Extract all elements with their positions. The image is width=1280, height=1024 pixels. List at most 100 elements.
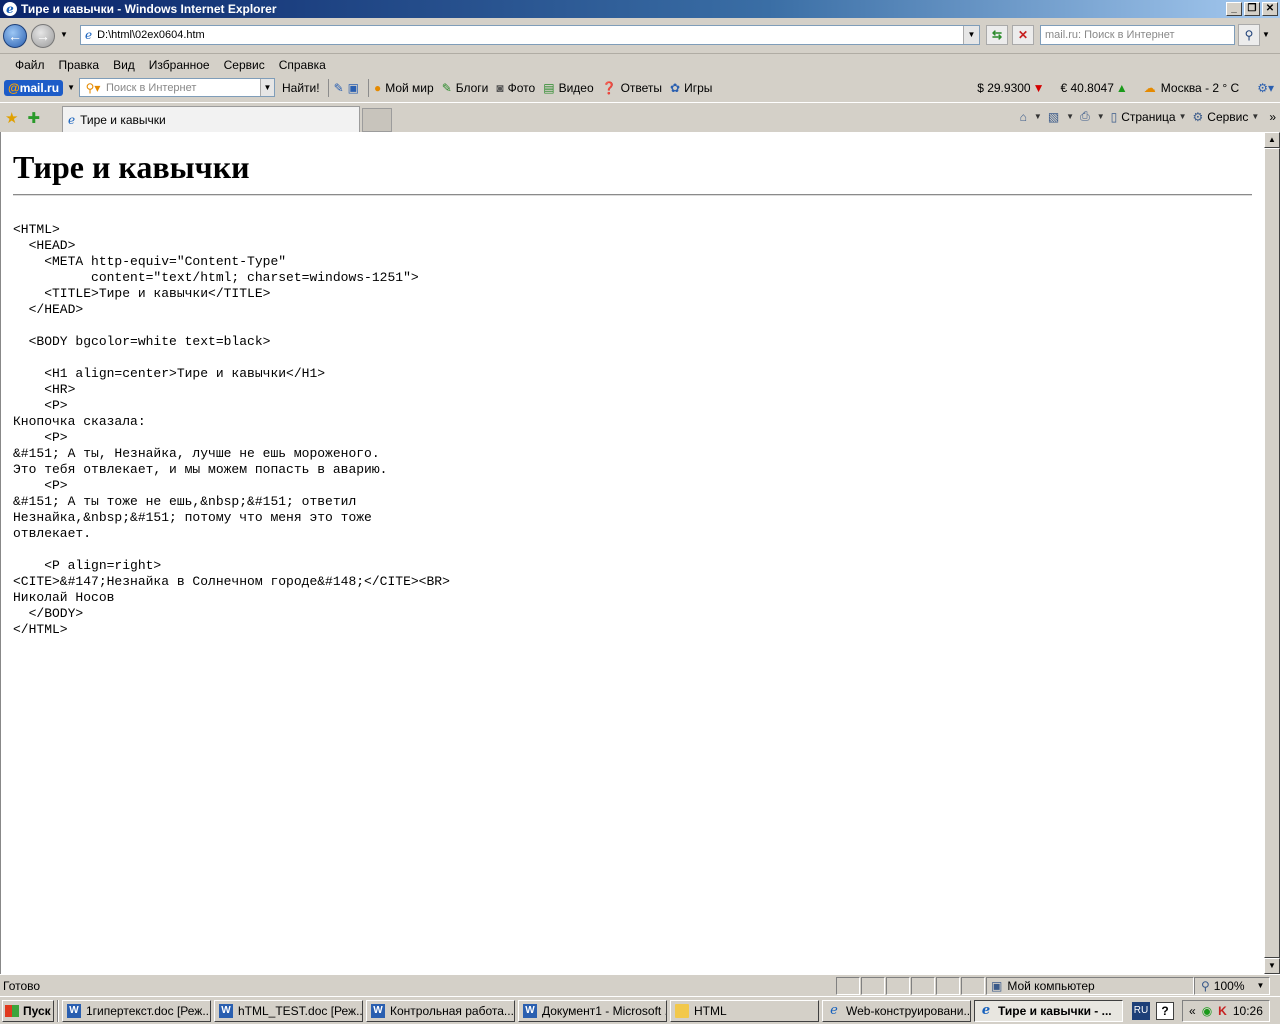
home-dropdown-icon[interactable]: ▼	[1034, 112, 1042, 121]
weather-widget[interactable]: ☁ Москва - 2 ° C	[1144, 81, 1239, 95]
taskbar-item[interactable]: e Web-конструировани...	[822, 999, 971, 1022]
help-icon[interactable]: ?	[1156, 1001, 1174, 1020]
print-dropdown-icon[interactable]: ▼	[1097, 112, 1105, 121]
mailru-link-label: Игры	[684, 80, 713, 95]
stop-button[interactable]: ✕	[1012, 25, 1034, 45]
mailru-link-my-world[interactable]: ● Мой мир	[374, 81, 434, 95]
antivirus-icon[interactable]: K	[1218, 1004, 1227, 1018]
search-options-dropdown-icon[interactable]: ▼	[1262, 30, 1270, 39]
page-dropdown-icon: ▼	[1178, 112, 1187, 121]
network-icon[interactable]: ◉	[1202, 1004, 1212, 1018]
menu-favorites[interactable]: Избранное	[142, 58, 217, 72]
mailru-find-button[interactable]: Найти!	[279, 81, 323, 95]
mailru-link-answers[interactable]: ❓ Ответы	[602, 81, 662, 95]
favorites-star-icon[interactable]: ★	[5, 109, 18, 127]
taskbar-item-label: HTML	[694, 1003, 727, 1018]
page-menu-button[interactable]: ▯ Страница ▼	[1111, 110, 1187, 124]
word-icon: W	[523, 1003, 537, 1018]
status-text: Готово	[3, 978, 41, 993]
refresh-button[interactable]: ⇆	[986, 25, 1008, 45]
rate-up-icon: ▲	[1115, 80, 1128, 95]
mailru-logo[interactable]: @mail.ru	[4, 79, 64, 96]
address-dropdown-icon[interactable]: ▼	[963, 26, 979, 44]
page-menu-label: Страница	[1121, 109, 1176, 124]
tools-menu-button[interactable]: ⚙ Сервис ▼	[1193, 110, 1260, 124]
pencil-icon[interactable]: ✎	[334, 81, 344, 95]
chevron-more-icon[interactable]: »	[1269, 110, 1276, 124]
status-cell	[861, 976, 885, 995]
mailru-search-input[interactable]: Поиск в Интернет	[106, 82, 260, 94]
blogs-icon: ✎	[441, 80, 452, 95]
page-icon: ▯	[1110, 109, 1118, 124]
search-icon[interactable]: ⚲	[1238, 24, 1260, 46]
start-label: Пуск	[23, 1003, 51, 1018]
menu-tools[interactable]: Сервис	[217, 58, 272, 72]
start-button[interactable]: Пуск	[2, 999, 54, 1022]
address-field[interactable]: e D:\html\02ex0604.htm ▼	[80, 25, 980, 45]
new-tab-button[interactable]	[362, 108, 392, 132]
feeds-dropdown-icon[interactable]: ▼	[1066, 112, 1074, 121]
toolbar-options-icon[interactable]: ⚙▾	[1257, 81, 1274, 95]
answers-icon: ❓	[601, 80, 617, 95]
taskbar-item[interactable]: W Документ1 - Microsoft ...	[518, 999, 667, 1022]
taskbar-item[interactable]: W Контрольная работа...	[366, 999, 515, 1022]
camera-icon: ◙	[496, 80, 504, 95]
mailru-link-blogs[interactable]: ✎ Блоги	[442, 81, 489, 95]
address-toolbar: ← → ▼ e D:\html\02ex0604.htm ▼ ⇆ ✕ mail.…	[0, 18, 1280, 54]
menu-help[interactable]: Справка	[272, 58, 333, 72]
home-button[interactable]: ⌂ ▼	[1020, 110, 1042, 124]
mailru-logo-text: mail.ru	[19, 80, 60, 95]
page-icon: e	[85, 28, 93, 42]
scroll-up-button[interactable]: ▲	[1264, 132, 1280, 148]
scroll-thumb[interactable]	[1264, 148, 1280, 958]
mailru-menu-dropdown-icon[interactable]: ▼	[67, 83, 75, 92]
horizontal-rule	[13, 194, 1252, 196]
mailru-search-dropdown-icon[interactable]: ▼	[259, 79, 274, 96]
zoom-control[interactable]: ⚲ 100% ▼	[1194, 976, 1270, 995]
forward-button[interactable]: →	[31, 24, 55, 48]
tab-active[interactable]: e Тире и кавычки	[62, 106, 360, 132]
printer-icon: ⎙	[1080, 109, 1090, 123]
add-favorites-icon[interactable]: ✚	[27, 109, 40, 127]
clock[interactable]: 10:26	[1233, 1004, 1263, 1018]
language-indicator[interactable]: RU	[1132, 1001, 1150, 1020]
taskbar-item-label: Web-конструировани...	[846, 1003, 971, 1018]
status-cell	[836, 976, 860, 995]
vertical-scrollbar[interactable]: ▲ ▼	[1264, 132, 1280, 974]
usd-rate[interactable]: $ 29.9300 ▼	[977, 81, 1044, 95]
taskbar-item-active[interactable]: e Тире и кавычки - ...	[974, 999, 1123, 1022]
eur-rate[interactable]: € 40.8047 ▲	[1060, 81, 1127, 95]
feeds-button[interactable]: ▧ ▼	[1048, 110, 1074, 124]
window-title-bar[interactable]: e Тире и кавычки - Windows Internet Expl…	[0, 0, 1280, 18]
window-title: Тире и кавычки - Windows Internet Explor…	[21, 2, 277, 16]
eur-rate-value: € 40.8047	[1060, 80, 1114, 95]
menu-view[interactable]: Вид	[106, 58, 142, 72]
taskbar-item[interactable]: HTML	[670, 999, 819, 1022]
close-button[interactable]: ✕	[1262, 2, 1278, 16]
scroll-down-button[interactable]: ▼	[1264, 958, 1280, 974]
menu-edit[interactable]: Правка	[52, 58, 107, 72]
maximize-button[interactable]: ❐	[1244, 2, 1260, 16]
security-zone[interactable]: ▣ Мой компьютер	[986, 976, 1194, 995]
mailru-link-label: Блоги	[455, 80, 489, 95]
taskbar-item[interactable]: WhTML_TEST.doc [Реж...	[214, 999, 363, 1022]
history-dropdown-icon[interactable]: ▼	[60, 30, 68, 39]
mailru-logo-at: @	[8, 80, 20, 95]
mailru-link-photo[interactable]: ◙ Фото	[496, 81, 535, 95]
mailru-link-games[interactable]: ✿ Игры	[670, 81, 712, 95]
print-button[interactable]: ⎙ ▼	[1080, 109, 1105, 124]
search-input[interactable]: mail.ru: Поиск в Интернет	[1040, 25, 1235, 45]
toolbar-separator	[367, 78, 369, 97]
mailru-link-video[interactable]: ▤ Видео	[543, 81, 593, 95]
back-button[interactable]: ←	[3, 24, 27, 48]
minimize-button[interactable]: _	[1226, 2, 1242, 16]
tray-expand-icon[interactable]: «	[1189, 1004, 1196, 1018]
mail-icon[interactable]: ▣	[348, 81, 359, 95]
taskbar-item[interactable]: W 1гипертекст.doc [Реж...	[62, 999, 211, 1022]
mailru-search-field[interactable]: ⚲▾ Поиск в Интернет ▼	[78, 78, 275, 97]
zoom-dropdown-icon[interactable]: ▼	[1257, 981, 1265, 990]
menu-file[interactable]: Файл	[8, 58, 52, 72]
command-bar: ⌂ ▼ ▧ ▼ ⎙ ▼ ▯ Страница ▼ ⚙ Сервис ▼ »	[1020, 109, 1280, 124]
tab-label: Тире и кавычки	[80, 112, 166, 127]
address-url[interactable]: D:\html\02ex0604.htm	[97, 29, 963, 41]
